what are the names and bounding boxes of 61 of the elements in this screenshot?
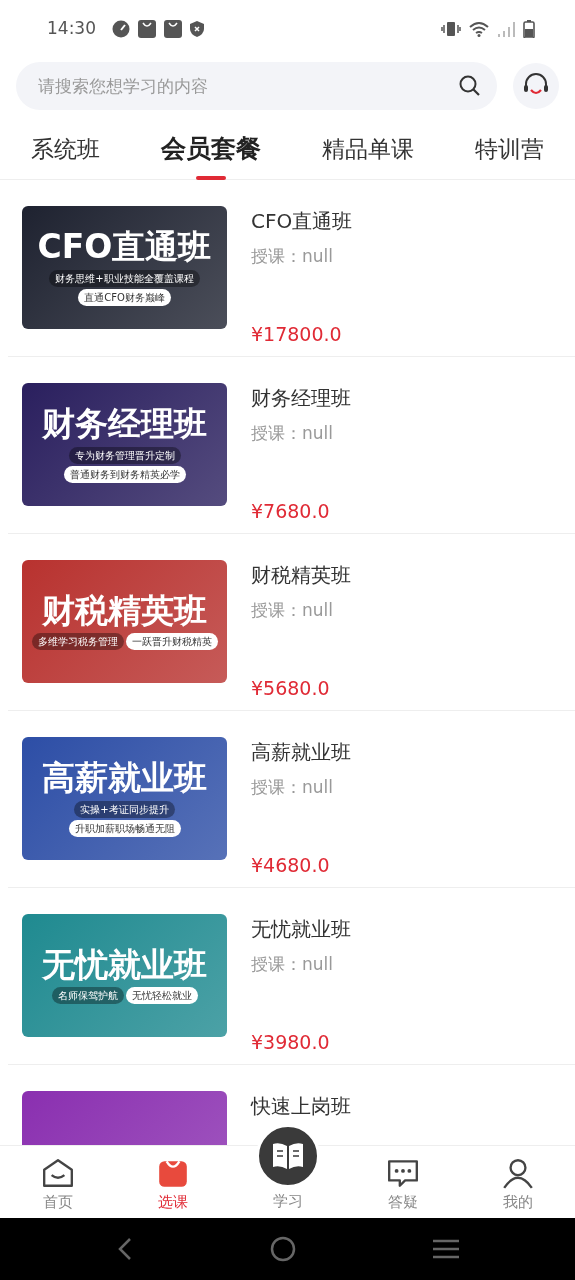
tab[interactable]: 特训营 (475, 118, 545, 180)
home-circle-icon[interactable] (269, 1236, 296, 1262)
banner-heading: 无忧就业班 (42, 946, 207, 984)
banner-heading: 财税精英班 (42, 592, 207, 630)
price: ¥3980.0 (251, 1029, 331, 1055)
shopping-bag-icon (164, 20, 182, 38)
price: ¥4680.0 (251, 852, 331, 878)
course-banner[interactable]: CFO直通班 财务思维+职业技能全覆盖课程 直通CFO财务巅峰 (22, 206, 227, 329)
banner-tag: 实操+考证同步提升 (74, 800, 175, 818)
price: ¥17800.0 (251, 321, 343, 347)
battery-icon (523, 20, 535, 38)
status-time: 14:30 (47, 17, 96, 41)
teacher-label: 授课：null (251, 776, 334, 799)
banner-tag: 专为财务管理晋升定制 (68, 446, 181, 464)
speedometer-icon (112, 20, 130, 38)
nav-tab[interactable]: 我的 (460, 1146, 575, 1218)
course-title[interactable]: 无忧就业班 (251, 914, 351, 944)
customer-service-button[interactable] (513, 63, 559, 109)
course-banner[interactable]: 财税精英班 多维学习税务管理 一跃晋升财税精英 (22, 560, 227, 683)
price: ¥7680.0 (251, 498, 331, 524)
banner-tag: 名师保驾护航 (51, 987, 124, 1005)
course-title[interactable]: 快速上岗班 (251, 1091, 351, 1121)
menu-icon[interactable] (432, 1238, 459, 1260)
signal-icon (497, 21, 515, 37)
tab[interactable]: 会员套餐 (160, 118, 261, 180)
course-title[interactable]: 高薪就业班 (251, 737, 351, 767)
banner-tag: 无忧轻松就业 (125, 987, 198, 1005)
banner-tag: 普通财务到财务精英必学 (63, 465, 186, 483)
course-title[interactable]: 财税精英班 (251, 560, 351, 590)
banner-tag: 升职加薪职场畅通无阻 (68, 819, 181, 837)
nav-tab[interactable]: 选课 (115, 1146, 230, 1218)
tab[interactable]: 系统班 (30, 118, 100, 180)
back-icon[interactable] (116, 1237, 133, 1261)
home-icon (40, 1156, 75, 1189)
shield-icon (190, 21, 204, 37)
price: ¥5680.0 (251, 675, 331, 701)
banner-heading: CFO直通班 (37, 229, 212, 266)
banner-tag: 财务思维+职业技能全覆盖课程 (49, 269, 200, 287)
banner-tag: 一跃晋升财税精英 (125, 633, 218, 651)
banner-heading: 高薪就业班 (42, 760, 207, 797)
course-banner[interactable]: 无忧就业班 名师保驾护航 无忧轻松就业 (22, 914, 227, 1037)
search-field[interactable]: 请搜索您想学习的内容 (16, 62, 497, 110)
teacher-label: 授课：null (251, 422, 334, 445)
course-banner[interactable]: 高薪就业班 实操+考证同步提升 升职加薪职场畅通无阻 (22, 737, 227, 860)
banner-heading: 财务经理班 (42, 406, 207, 443)
nav-tab[interactable]: 答疑 (345, 1146, 460, 1218)
nav-tab[interactable]: 首页 (0, 1146, 115, 1218)
search-icon[interactable] (459, 75, 481, 97)
vibrate-icon (441, 21, 461, 37)
teacher-label: 授课：null (251, 599, 334, 622)
tab[interactable]: 精品单课 (322, 118, 415, 180)
teacher-label: 授课：null (251, 245, 334, 268)
course-title[interactable]: 财务经理班 (251, 383, 351, 413)
course-banner[interactable]: 财务经理班 专为财务管理晋升定制 普通财务到财务精英必学 (22, 383, 227, 506)
banner-tag: 多维学习税务管理 (31, 633, 124, 651)
shopping-bag-icon (138, 20, 156, 38)
wifi-icon (469, 21, 489, 37)
nav-tab[interactable]: 学习 (230, 1118, 345, 1218)
teacher-label: 授课：null (251, 953, 334, 976)
course-title[interactable]: CFO直通班 (251, 206, 353, 236)
banner-tag: 直通CFO财务巅峰 (78, 288, 171, 306)
